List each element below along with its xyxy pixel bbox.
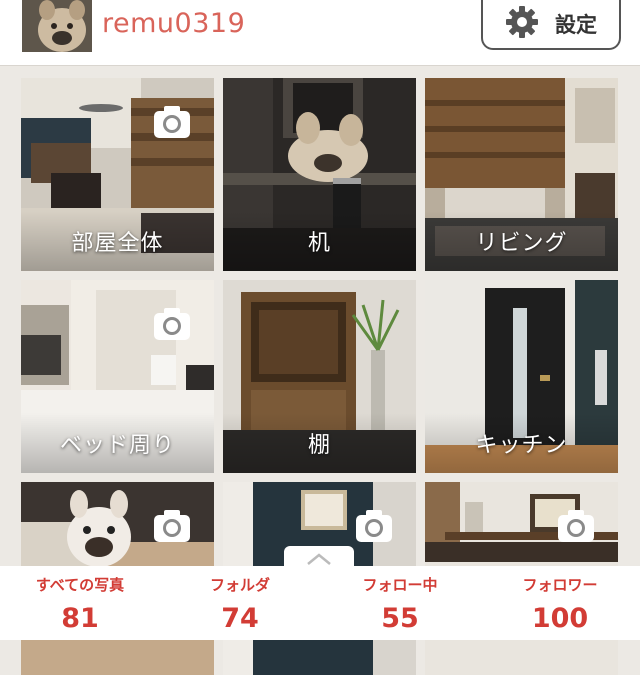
folder-label: リビング [475,231,568,256]
stat-value: 100 [531,603,589,634]
camera-icon[interactable] [556,508,596,544]
avatar[interactable] [22,0,92,52]
camera-icon[interactable] [354,508,394,544]
folder-label: 部屋全体 [71,231,164,256]
stat-label: すべての写真 [35,576,125,594]
settings-button[interactable]: 設定 [481,0,621,50]
stat-followers[interactable]: フォロワー 100 [480,566,640,640]
folder-tile[interactable]: キッチン [425,280,618,473]
settings-label: 設定 [555,13,597,37]
stat-value: 55 [381,603,419,634]
folder-label: ベッド周り [59,433,175,458]
stat-following[interactable]: フォロー中 55 [320,566,480,640]
folder-tile[interactable]: リビング [425,78,618,271]
folder-tile[interactable]: 部屋全体 [21,78,214,271]
profile-header: remu0319 設定 [0,0,640,66]
folder-label: 棚 [307,433,331,458]
camera-icon[interactable] [152,306,192,342]
stat-value: 74 [221,603,259,634]
stats-bar: すべての写真 81 フォルダ 74 フォロー中 55 フォロワー 100 [0,566,640,640]
camera-icon[interactable] [152,508,192,544]
stat-label: フォロワー [522,576,598,594]
stat-value: 81 [61,603,99,634]
stat-label: フォロー中 [362,576,438,594]
chevron-up-icon [307,553,331,565]
stat-folders[interactable]: フォルダ 74 [160,566,320,640]
camera-icon[interactable] [152,104,192,140]
gear-icon [505,5,539,43]
folder-label: 机 [307,231,331,256]
folder-tile[interactable]: 棚 [223,280,416,473]
folder-tile[interactable]: 机 [223,78,416,271]
folder-tile[interactable]: ベッド周り [21,280,214,473]
folder-grid: 部屋全体 机 リビング ベッド周り 棚 キッチン [0,66,640,675]
username: remu0319 [102,8,246,39]
folder-label: キッチン [475,433,568,458]
stat-all-photos[interactable]: すべての写真 81 [0,566,160,640]
stat-label: フォルダ [209,576,270,594]
